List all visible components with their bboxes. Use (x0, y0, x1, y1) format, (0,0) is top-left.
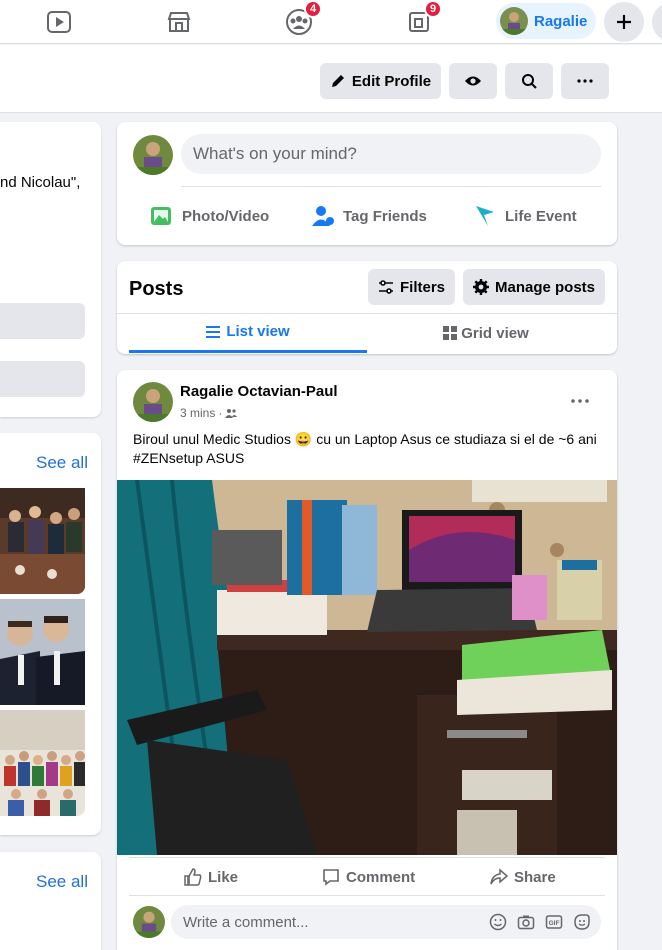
gif-icon[interactable]: GIF (545, 913, 563, 931)
divider (129, 857, 605, 858)
whats-on-your-mind-input[interactable]: What's on your mind? (181, 134, 601, 174)
view-as-button[interactable] (449, 63, 497, 99)
filters-icon (378, 280, 393, 294)
groups-badge: 4 (304, 0, 322, 18)
tag-friends-button[interactable]: Tag Friends (311, 194, 427, 238)
post-author[interactable]: Ragalie Octavian-Paul (180, 383, 338, 400)
more-options-button[interactable] (561, 63, 609, 99)
ellipsis-icon (577, 79, 593, 83)
list-view-label: List view (226, 323, 290, 340)
like-icon (184, 868, 202, 886)
plus-icon (617, 15, 631, 29)
photos-see-all-link[interactable]: See all (36, 453, 88, 473)
filters-label: Filters (399, 278, 445, 296)
eye-icon (465, 76, 481, 86)
comment-placeholder: Write a comment... (183, 913, 309, 931)
emoji-icon[interactable] (489, 913, 507, 931)
edit-hobbies-button[interactable] (0, 361, 85, 397)
search-icon (522, 74, 537, 89)
grid-view-label: Grid view (461, 324, 529, 342)
tab-list-view[interactable]: List view (129, 313, 367, 353)
life-event-label: Life Event (505, 207, 577, 225)
post-photo[interactable] (117, 480, 617, 855)
pages-badge: 9 (424, 0, 442, 18)
share-label: Share (514, 868, 556, 886)
photo-thumbnail-group-dinner[interactable] (0, 488, 85, 594)
friends-card: See all (0, 852, 101, 950)
avatar (500, 7, 528, 35)
watch-icon[interactable] (42, 6, 76, 38)
share-button[interactable]: Share (490, 862, 556, 892)
share-icon (490, 868, 508, 885)
comment-label: Comment (346, 868, 416, 886)
flag-icon (476, 206, 494, 226)
manage-posts-button[interactable]: Manage posts (463, 269, 605, 305)
photos-card: See all (0, 433, 101, 835)
avatar[interactable] (133, 906, 165, 938)
photo-video-label: Photo/Video (182, 207, 270, 225)
avatar[interactable] (133, 135, 173, 175)
post-composer: What's on your mind? Photo/Video Tag Fri… (117, 122, 617, 245)
edit-profile-label: Edit Profile (351, 72, 432, 90)
post-card: Ragalie Octavian-Paul 3 mins · Biroul un… (117, 370, 617, 950)
comment-button[interactable]: Comment (322, 862, 415, 892)
comment-tools: GIF (489, 913, 591, 931)
filters-button[interactable]: Filters (368, 269, 455, 305)
top-navigation-bar: 4 9 Ragalie (0, 0, 662, 44)
pages-icon[interactable]: 9 (402, 0, 442, 38)
messenger-button[interactable] (652, 2, 662, 42)
photo-icon (151, 207, 171, 225)
list-icon (206, 325, 221, 338)
svg-text:GIF: GIF (549, 920, 560, 927)
friends-see-all-link[interactable]: See all (36, 872, 88, 892)
comment-icon (323, 869, 339, 886)
post-options-button[interactable] (571, 390, 589, 408)
marketplace-icon[interactable] (162, 6, 196, 38)
divider (129, 895, 605, 896)
post-text-part-1: Biroul unul Medic Studios (133, 431, 295, 447)
groups-icon[interactable]: 4 (282, 0, 322, 38)
camera-icon[interactable] (517, 913, 535, 931)
profile-shortcut[interactable]: Ragalie (496, 3, 596, 39)
photo-thumbnail-big-group[interactable] (0, 710, 85, 816)
tag-friends-label: Tag Friends (343, 207, 427, 225)
divider (181, 186, 601, 187)
profile-name: Ragalie (534, 12, 588, 30)
search-profile-button[interactable] (505, 63, 553, 99)
intro-card: nd Nicolau", (0, 122, 101, 417)
profile-action-bar: Edit Profile (0, 45, 662, 113)
edit-profile-button[interactable]: Edit Profile (320, 63, 441, 99)
gear-icon (472, 279, 489, 295)
friends-audience-icon[interactable] (225, 408, 238, 418)
post-text: Biroul unul Medic Studios 😀 cu un Laptop… (133, 430, 603, 468)
sticker-icon[interactable] (573, 913, 591, 931)
post-meta: 3 mins · (180, 406, 238, 420)
emoji: 😀 (294, 431, 313, 447)
photo-video-button[interactable]: Photo/Video (150, 194, 269, 238)
ellipsis-icon (571, 399, 589, 403)
posts-heading: Posts (129, 278, 184, 300)
tab-grid-view[interactable]: Grid view (367, 313, 605, 353)
tag-friends-icon (312, 206, 334, 226)
avatar[interactable] (133, 382, 173, 422)
create-button[interactable] (604, 2, 644, 42)
posts-panel: Posts Filters Manage posts List view Gri… (117, 261, 617, 354)
life-event-button[interactable]: Life Event (473, 194, 577, 238)
intro-text: nd Nicolau", (0, 174, 81, 191)
photo-thumbnail-two-men[interactable] (0, 599, 85, 705)
pencil-icon (331, 75, 344, 87)
manage-posts-label: Manage posts (494, 278, 596, 296)
like-label: Like (208, 868, 239, 886)
write-comment-input[interactable]: Write a comment... GIF (171, 905, 601, 939)
edit-details-button[interactable] (0, 303, 85, 339)
like-button[interactable]: Like (184, 862, 238, 892)
post-timestamp[interactable]: 3 mins (180, 406, 215, 420)
grid-icon (443, 326, 458, 340)
